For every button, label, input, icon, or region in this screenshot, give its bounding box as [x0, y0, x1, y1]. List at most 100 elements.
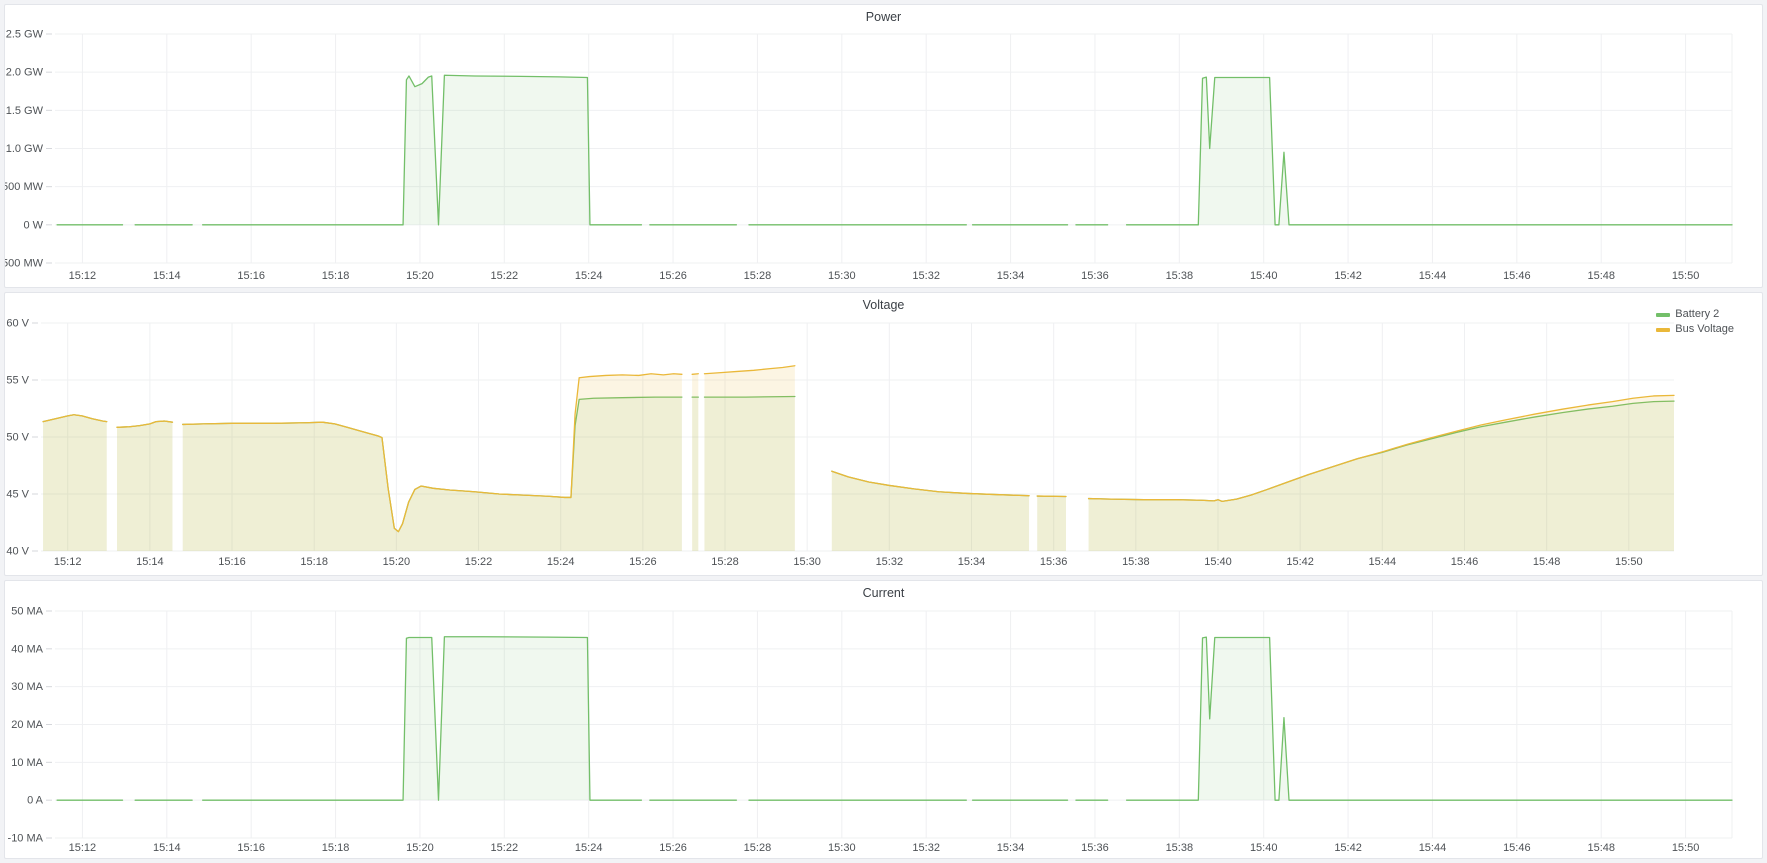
x-tick-label: 15:48	[1533, 556, 1561, 568]
x-tick-label: 15:22	[465, 556, 493, 568]
panel-voltage: Voltage Battery 2 Bus Voltage 60 V 55 V 50 …	[4, 292, 1763, 576]
x-tick-label: 15:48	[1587, 842, 1615, 854]
x-tick-label: 15:34	[958, 556, 986, 568]
y-tick-label: 0 A	[27, 795, 44, 807]
x-tick-label: 15:38	[1166, 842, 1194, 854]
x-tick-label: 15:16	[218, 556, 246, 568]
x-tick-label: 15:32	[912, 270, 940, 282]
series-bus-voltage	[43, 366, 1674, 551]
x-tick-label: 15:48	[1587, 270, 1615, 282]
x-tick-label: 15:28	[744, 270, 772, 282]
x-tick-label: 15:30	[828, 270, 856, 282]
x-tick-label: 15:22	[491, 270, 519, 282]
dashboard: Power 2.5 GW 2.0 GW 1.5 GW 1.0 GW 500 MW 0 W -…	[0, 0, 1767, 863]
x-tick-label: 15:14	[136, 556, 164, 568]
x-tick-label: 15:42	[1334, 842, 1362, 854]
x-tick-label: 15:18	[300, 556, 328, 568]
x-tick-label: 15:28	[711, 556, 739, 568]
x-tick-label: 15:12	[54, 556, 82, 568]
x-tick-label: 15:46	[1503, 270, 1531, 282]
x-tick-label: 15:32	[876, 556, 904, 568]
x-tick-label: 15:46	[1451, 556, 1479, 568]
y-tick-label: 1.0 GW	[6, 143, 44, 155]
legend-item-battery-2[interactable]: Battery 2	[1656, 308, 1734, 321]
x-tick-label: 15:30	[793, 556, 821, 568]
x-tick-label: 15:24	[575, 842, 603, 854]
x-tick-label: 15:50	[1672, 842, 1700, 854]
y-tick-label: 10 MA	[11, 757, 43, 769]
x-tick-label: 15:26	[659, 842, 687, 854]
x-tick-label: 15:30	[828, 842, 856, 854]
x-tick-label: 15:32	[912, 842, 940, 854]
x-tick-label: 15:44	[1369, 556, 1397, 568]
horizontal-gridlines	[46, 34, 1732, 263]
power-chart[interactable]: 2.5 GW 2.0 GW 1.5 GW 1.0 GW 500 MW 0 W -500 MW…	[5, 5, 1762, 287]
y-tick-label: 1.5 GW	[6, 105, 44, 117]
x-tick-label: 15:12	[69, 842, 97, 854]
x-tick-label: 15:24	[575, 270, 603, 282]
horizontal-gridlines	[46, 611, 1732, 838]
x-tick-label: 15:20	[406, 842, 434, 854]
x-tick-label: 15:22	[491, 842, 519, 854]
y-tick-label: 50 V	[6, 432, 29, 444]
x-tick-label: 15:38	[1166, 270, 1194, 282]
legend-swatch	[1656, 328, 1670, 332]
y-axis-labels: 50 MA40 MA30 MA20 MA10 MA0 A-10 MA	[8, 606, 44, 845]
series-current	[57, 637, 1732, 800]
x-tick-label: 15:44	[1419, 270, 1447, 282]
panel-title-power[interactable]: Power	[5, 10, 1762, 24]
y-tick-label: 45 V	[6, 489, 29, 501]
x-tick-label: 15:36	[1040, 556, 1068, 568]
series-power	[57, 75, 1732, 225]
y-tick-label: -500 MW	[5, 258, 44, 270]
panel-title-voltage[interactable]: Voltage	[5, 298, 1762, 312]
y-axis-labels: 2.5 GW 2.0 GW 1.5 GW 1.0 GW 500 MW 0 W -500 MW	[5, 29, 44, 270]
y-tick-label: -10 MA	[8, 833, 44, 845]
x-axis-labels: 15:12 15:14 15:16 15:18 15:20 15:22 15:24 15:26…	[54, 556, 1643, 568]
x-tick-label: 15:20	[383, 556, 411, 568]
x-tick-label: 15:36	[1081, 270, 1109, 282]
x-tick-label: 15:44	[1419, 842, 1447, 854]
x-tick-label: 15:28	[744, 842, 772, 854]
y-tick-label: 30 MA	[11, 681, 43, 693]
legend-swatch	[1656, 313, 1670, 317]
x-tick-label: 15:20	[406, 270, 434, 282]
x-axis-labels: 15:1215:1415:1615:1815:2015:2215:2415:26…	[69, 842, 1700, 854]
x-tick-label: 15:18	[322, 842, 350, 854]
x-tick-label: 15:42	[1286, 556, 1314, 568]
x-tick-label: 15:16	[237, 270, 265, 282]
voltage-legend: Battery 2 Bus Voltage	[1656, 308, 1734, 336]
x-tick-label: 15:34	[997, 270, 1025, 282]
y-tick-label: 40 V	[6, 546, 29, 558]
panel-title-current[interactable]: Current	[5, 586, 1762, 600]
x-tick-label: 15:36	[1081, 842, 1109, 854]
x-tick-label: 15:24	[547, 556, 575, 568]
y-tick-label: 50 MA	[11, 606, 43, 618]
y-tick-label: 55 V	[6, 375, 29, 387]
x-tick-label: 15:12	[69, 270, 97, 282]
panel-power: Power 2.5 GW 2.0 GW 1.5 GW 1.0 GW 500 MW 0 W -…	[4, 4, 1763, 288]
y-tick-label: 0 W	[23, 219, 43, 231]
x-tick-label: 15:26	[629, 556, 657, 568]
y-tick-label: 500 MW	[5, 181, 44, 193]
y-tick-label: 60 V	[6, 318, 29, 330]
x-axis-labels: 15:12 15:14 15:16 15:18 15:20 15:22 15:24 15:26…	[69, 270, 1700, 282]
x-tick-label: 15:50	[1615, 556, 1643, 568]
legend-item-bus-voltage[interactable]: Bus Voltage	[1656, 323, 1734, 336]
x-tick-label: 15:38	[1122, 556, 1150, 568]
current-chart[interactable]: 50 MA40 MA30 MA20 MA10 MA0 A-10 MA15:121…	[5, 581, 1762, 858]
x-tick-label: 15:40	[1250, 270, 1278, 282]
x-tick-label: 15:40	[1204, 556, 1232, 568]
legend-label: Battery 2	[1675, 308, 1719, 321]
panel-current: Current 50 MA40 MA30 MA20 MA10 MA0 A-10 …	[4, 580, 1763, 859]
y-axis-labels: 60 V 55 V 50 V 45 V 40 V	[6, 318, 29, 558]
y-tick-label: 2.5 GW	[6, 29, 44, 41]
x-tick-label: 15:42	[1334, 270, 1362, 282]
x-tick-label: 15:14	[153, 270, 181, 282]
x-tick-label: 15:26	[659, 270, 687, 282]
voltage-chart[interactable]: 60 V 55 V 50 V 45 V 40 V 15:12 15:14 15:16 15:18…	[5, 293, 1762, 575]
x-tick-label: 15:50	[1672, 270, 1700, 282]
x-tick-label: 15:18	[322, 270, 350, 282]
y-tick-label: 20 MA	[11, 719, 43, 731]
y-tick-label: 2.0 GW	[6, 67, 44, 79]
